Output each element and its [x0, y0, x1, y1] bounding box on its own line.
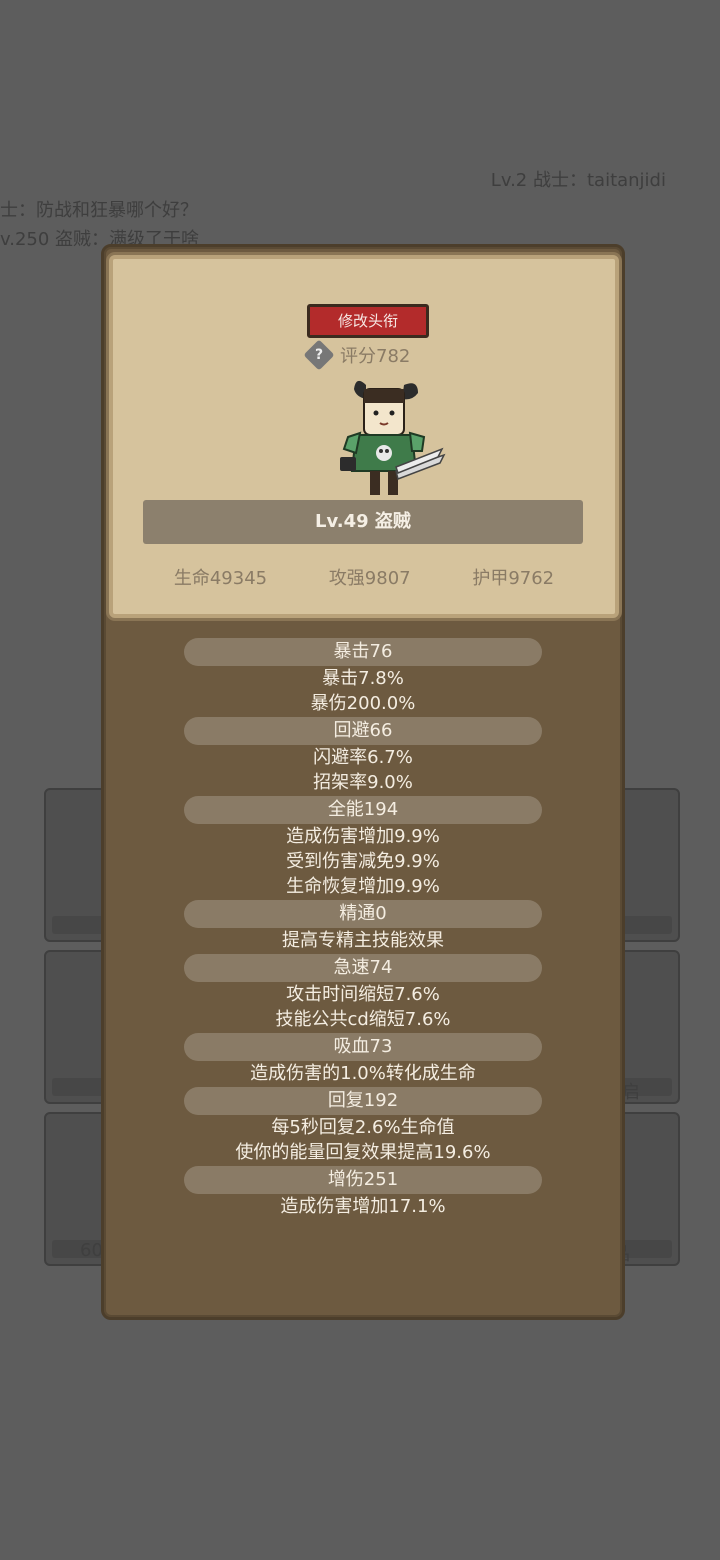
stat-line: 造成伤害的1.0%转化成生命	[250, 1063, 476, 1084]
stat-group: 吸血73 造成伤害的1.0%转化成生命	[104, 1032, 622, 1086]
stat-group-header: 暴击76	[184, 638, 542, 666]
stat-line: 造成伤害增加17.1%	[280, 1196, 446, 1217]
stat-group: 全能194 造成伤害增加9.9% 受到伤害减免9.9% 生命恢复增加9.9%	[104, 795, 622, 899]
score-row: ? 评分782	[303, 339, 411, 371]
slot-label: 60	[80, 1240, 103, 1261]
attack-power-stat: 攻强9807	[328, 568, 411, 589]
stat-line: 闪避率6.7%	[313, 747, 413, 768]
stat-group-header: 回避66	[184, 717, 542, 745]
stat-line: 招架率9.0%	[313, 772, 413, 793]
stat-group-header: 回复192	[184, 1087, 542, 1115]
stat-line: 每5秒回复2.6%生命值	[271, 1117, 455, 1138]
chat-message-top-right: Lv.2 战士：taitanjidi	[490, 170, 666, 191]
stat-group: 增伤251 造成伤害增加17.1%	[104, 1165, 622, 1219]
stat-line: 使你的能量回复效果提高19.6%	[235, 1142, 491, 1163]
rename-title-button[interactable]: 修改头衔	[307, 304, 429, 338]
character-stats-panel: 修改头衔 ? 评分782 Lv.49 盗贼 生命49345 攻强9807 护甲9…	[101, 244, 625, 1320]
character-avatar-icon	[340, 380, 446, 495]
stat-group-header: 急速74	[184, 954, 542, 982]
chat-message: 士：防战和狂暴哪个好？	[0, 200, 198, 221]
stat-group: 急速74 攻击时间缩短7.6% 技能公共cd缩短7.6%	[104, 953, 622, 1032]
stat-group-header: 精通0	[184, 900, 542, 928]
hp-stat: 生命49345	[173, 568, 268, 589]
base-stats-row: 生命49345 攻强9807 护甲9762	[113, 564, 615, 590]
stat-group: 精通0 提高专精主技能效果	[104, 899, 622, 953]
stat-line: 生命恢复增加9.9%	[286, 876, 440, 897]
stat-group: 回避66 闪避率6.7% 招架率9.0%	[104, 716, 622, 795]
stat-group: 回复192 每5秒回复2.6%生命值使你的能量回复效果提高19.6%	[104, 1086, 622, 1165]
level-class-banner: Lv.49 盗贼	[143, 500, 583, 544]
stat-group-header: 吸血73	[184, 1033, 542, 1061]
stat-line: 攻击时间缩短7.6%	[286, 984, 440, 1005]
stat-line: 提高专精主技能效果	[282, 930, 444, 951]
stat-line: 受到伤害减免9.9%	[286, 851, 440, 872]
stat-line: 造成伤害增加9.9%	[286, 826, 440, 847]
secondary-stats-list: 暴击76 暴击7.8% 暴伤200.0% 回避66 闪避率6.7% 招架率9.0% 全能19…	[104, 637, 622, 1219]
score-value: 评分782	[340, 346, 411, 367]
question-icon[interactable]: ?	[303, 339, 335, 371]
stat-line: 暴伤200.0%	[310, 693, 416, 714]
stat-group: 暴击76 暴击7.8% 暴伤200.0%	[104, 637, 622, 716]
stat-group-header: 全能194	[184, 796, 542, 824]
stat-group-header: 增伤251	[184, 1166, 542, 1194]
armor-stat: 护甲9762	[472, 568, 555, 589]
stat-line: 暴击7.8%	[322, 668, 404, 689]
character-card: 修改头衔 ? 评分782 Lv.49 盗贼 生命49345 攻强9807 护甲9…	[109, 255, 619, 618]
stat-line: 技能公共cd缩短7.6%	[275, 1009, 451, 1030]
